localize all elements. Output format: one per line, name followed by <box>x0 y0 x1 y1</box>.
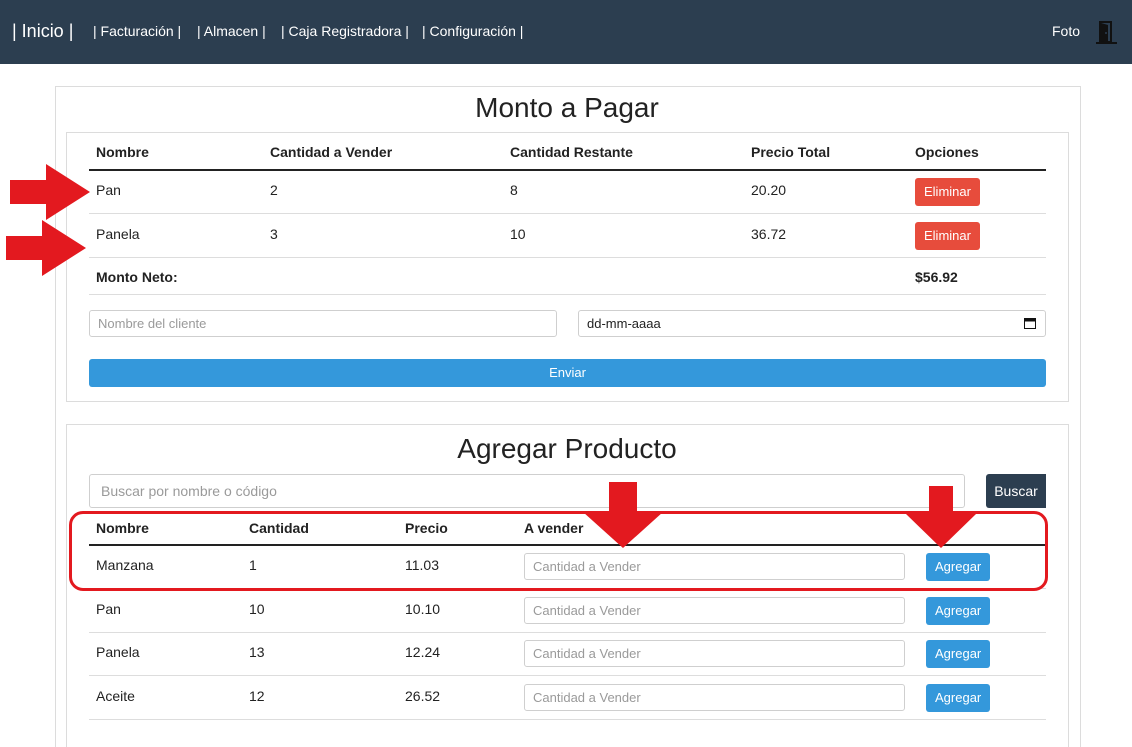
door-exit-icon[interactable] <box>1093 20 1119 44</box>
add-product-title: Agregar Producto <box>457 433 677 464</box>
qty-to-sell-input[interactable] <box>524 553 905 580</box>
payment-header-divider <box>89 169 1046 171</box>
nav-warehouse-link[interactable]: | Almacen | <box>197 0 266 64</box>
product-row-price: 11.03 <box>405 557 439 573</box>
row-divider <box>89 632 1046 633</box>
row-divider <box>89 257 1046 258</box>
client-name-input[interactable] <box>89 310 557 337</box>
product-row-quantity: 1 <box>249 557 257 573</box>
search-button[interactable]: Buscar <box>986 474 1046 508</box>
net-amount-value: $56.92 <box>915 269 958 285</box>
add-product-button[interactable]: Agregar <box>926 597 991 625</box>
payment-row-total-price: 20.20 <box>751 182 787 198</box>
product-row-name: Panela <box>96 644 140 660</box>
nav-photo-label[interactable]: Foto <box>1052 0 1080 64</box>
payment-header-qty-to-sell: Cantidad a Vender <box>270 144 393 160</box>
product-search-input[interactable] <box>89 474 965 508</box>
payment-row-total-price: 36.72 <box>751 226 787 242</box>
add-product-button[interactable]: Agregar <box>926 684 991 712</box>
payment-header-name: Nombre <box>96 144 149 160</box>
net-amount-label: Monto Neto: <box>96 269 178 285</box>
qty-to-sell-input[interactable] <box>524 597 905 624</box>
product-row-name: Aceite <box>96 688 135 704</box>
payment-row-qty-to-sell: 3 <box>270 226 278 242</box>
nav-settings-link[interactable]: | Configuración | <box>422 0 523 64</box>
row-divider <box>89 675 1046 676</box>
products-header-price: Precio <box>405 520 448 536</box>
products-header-to-sell: A vender <box>524 520 584 536</box>
submit-sale-button[interactable]: Enviar <box>89 359 1046 387</box>
date-input[interactable]: dd-mm-aaaa <box>578 310 1046 337</box>
qty-to-sell-input[interactable] <box>524 640 905 667</box>
payment-row-name: Pan <box>96 182 121 198</box>
row-divider <box>89 294 1046 295</box>
nav-home-link[interactable]: | Inicio | <box>12 0 73 64</box>
qty-to-sell-input[interactable] <box>524 684 905 711</box>
payment-header-options: Opciones <box>915 144 979 160</box>
nav-cash-register-link[interactable]: | Caja Registradora | <box>281 0 409 64</box>
payment-header-qty-remaining: Cantidad Restante <box>510 144 633 160</box>
row-divider <box>89 588 1046 589</box>
products-header-name: Nombre <box>96 520 149 536</box>
product-row-price: 10.10 <box>405 601 441 617</box>
remove-item-button[interactable]: Eliminar <box>915 222 980 250</box>
payment-title: Monto a Pagar <box>475 92 659 123</box>
payment-row-qty-remaining: 8 <box>510 182 518 198</box>
products-header-quantity: Cantidad <box>249 520 309 536</box>
date-placeholder: dd-mm-aaaa <box>587 316 661 331</box>
row-divider <box>89 213 1046 214</box>
product-row-quantity: 12 <box>249 688 265 704</box>
calendar-icon[interactable] <box>1024 318 1036 329</box>
payment-header-total-price: Precio Total <box>751 144 831 160</box>
payment-row-qty-to-sell: 2 <box>270 182 278 198</box>
product-row-name: Pan <box>96 601 121 617</box>
product-row-quantity: 13 <box>249 644 265 660</box>
product-row-name: Manzana <box>96 557 154 573</box>
top-navbar: | Inicio | | Facturación | | Almacen | |… <box>0 0 1132 64</box>
product-row-price: 12.24 <box>405 644 441 660</box>
nav-billing-link[interactable]: | Facturación | <box>93 0 181 64</box>
row-divider <box>89 719 1046 720</box>
products-header-divider <box>89 544 1046 546</box>
product-row-price: 26.52 <box>405 688 441 704</box>
add-product-button[interactable]: Agregar <box>926 553 991 581</box>
payment-row-name: Panela <box>96 226 140 242</box>
payment-row-qty-remaining: 10 <box>510 226 526 242</box>
product-row-quantity: 10 <box>249 601 265 617</box>
remove-item-button[interactable]: Eliminar <box>915 178 980 206</box>
add-product-button[interactable]: Agregar <box>926 640 991 668</box>
